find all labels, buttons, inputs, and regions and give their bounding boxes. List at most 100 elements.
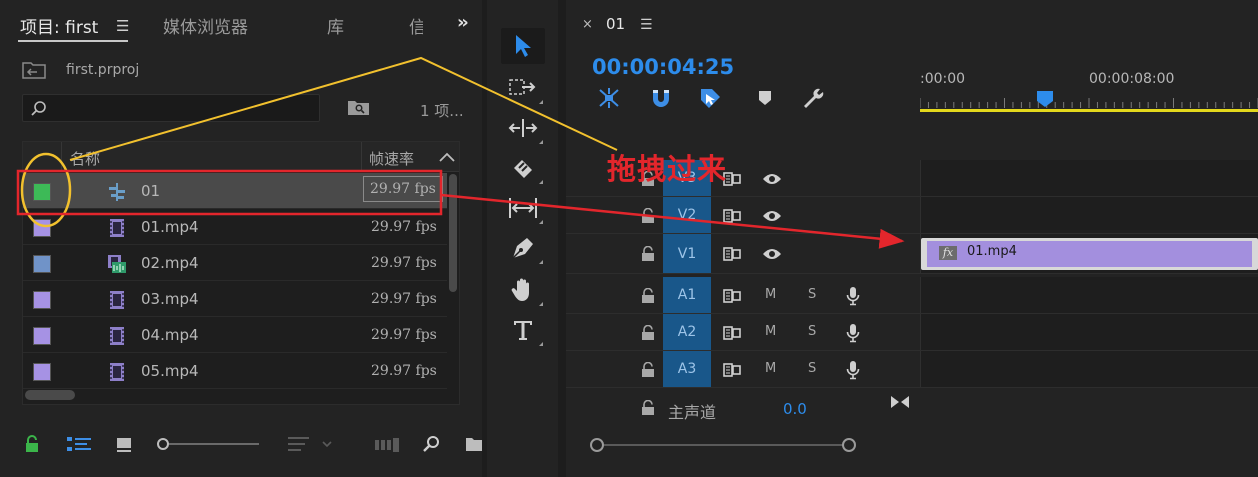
track-target-v1[interactable]: V1 (663, 234, 711, 273)
solo-button[interactable]: S (808, 287, 816, 302)
lock-icon[interactable] (641, 287, 655, 304)
list-item[interactable]: 04.mp4 29.97 fps (23, 317, 447, 353)
playhead-timecode[interactable]: 00:00:04:25 (592, 55, 734, 79)
ripple-edit-tool[interactable] (501, 110, 545, 146)
column-separator[interactable] (361, 142, 362, 172)
list-item[interactable]: 05.mp4 29.97 fps (23, 353, 447, 389)
scrollbar-handle-right[interactable] (842, 438, 856, 452)
search-input[interactable] (22, 94, 320, 122)
track-content[interactable] (920, 197, 1258, 233)
type-tool[interactable] (501, 312, 545, 348)
column-separator[interactable] (61, 142, 62, 172)
track-target-v2[interactable]: V2 (663, 197, 711, 233)
sort-icons-icon[interactable] (287, 435, 335, 453)
lock-icon[interactable] (641, 400, 655, 416)
track-header: A2 M S (566, 314, 920, 350)
column-header-name[interactable]: 名称 (70, 148, 100, 169)
track-target-a1[interactable]: A1 (663, 277, 711, 313)
wrench-icon[interactable] (800, 86, 826, 110)
nest-toggle-icon[interactable] (596, 86, 622, 110)
sync-lock-icon[interactable] (723, 325, 741, 340)
list-item[interactable]: 01 29.97 fps (23, 173, 447, 209)
master-volume-value[interactable]: 0.0 (783, 400, 807, 418)
lock-icon[interactable] (641, 361, 655, 378)
eye-icon[interactable] (762, 209, 782, 223)
list-item[interactable]: 02.mp4 29.97 fps (23, 245, 447, 281)
timeline-zoom-scrollbar[interactable] (590, 438, 856, 452)
lock-icon[interactable] (641, 207, 655, 224)
eye-icon[interactable] (762, 247, 782, 261)
selection-tool[interactable] (501, 28, 545, 64)
tab-library[interactable]: 库 (327, 13, 344, 38)
label-color-swatch[interactable] (33, 255, 51, 273)
zoom-slider[interactable] (155, 437, 260, 451)
sync-lock-icon[interactable] (723, 208, 741, 223)
track-select-tool[interactable] (501, 70, 545, 106)
label-color-swatch[interactable] (33, 327, 51, 345)
lock-icon[interactable] (24, 435, 40, 453)
tab-info[interactable]: 信息 (409, 13, 423, 38)
list-view-icon[interactable] (66, 435, 92, 453)
fx-badge[interactable]: fx (939, 246, 957, 260)
scrollbar-handle-left[interactable] (590, 438, 604, 452)
sequence-tab[interactable]: 01 (606, 15, 625, 33)
sync-lock-icon[interactable] (723, 362, 741, 377)
snap-icon[interactable] (648, 86, 674, 110)
hand-tool[interactable] (501, 272, 545, 308)
icon-view-icon[interactable] (115, 435, 133, 453)
label-color-swatch[interactable] (33, 183, 51, 201)
razor-tool[interactable] (501, 150, 545, 186)
track-content[interactable] (920, 277, 1258, 313)
eye-icon[interactable] (762, 172, 782, 186)
label-color-swatch[interactable] (33, 291, 51, 309)
slip-tool[interactable] (501, 190, 545, 226)
lock-icon[interactable] (641, 246, 655, 262)
panel-menu-icon[interactable]: ☰ (640, 17, 653, 33)
playhead-handle[interactable] (1036, 90, 1054, 108)
microphone-icon[interactable] (846, 323, 860, 343)
tab-media-browser[interactable]: 媒体浏览器 (163, 13, 248, 38)
microphone-icon[interactable] (846, 360, 860, 380)
selection-arrow-icon (516, 35, 531, 57)
timeline-clip[interactable]: fx 01.mp4 (921, 238, 1258, 270)
chevron-up-icon[interactable] (439, 152, 455, 162)
mute-button[interactable]: M (765, 324, 776, 339)
microphone-icon[interactable] (846, 286, 860, 306)
ripple-edit-icon (508, 119, 538, 137)
find-icon[interactable] (423, 435, 441, 453)
solo-button[interactable]: S (808, 361, 816, 376)
tab-project[interactable]: 项目: first (20, 13, 98, 38)
add-marker-icon[interactable] (752, 86, 778, 110)
mute-button[interactable]: M (765, 361, 776, 376)
pen-tool[interactable] (501, 230, 545, 266)
video-clip-icon (110, 363, 124, 381)
work-area-bar[interactable] (920, 109, 1258, 112)
track-target-a2[interactable]: A2 (663, 314, 711, 350)
close-icon[interactable]: × (582, 17, 593, 32)
label-color-swatch[interactable] (33, 363, 51, 381)
mute-button[interactable]: M (765, 287, 776, 302)
new-search-bin-icon[interactable] (347, 97, 371, 117)
automate-to-sequence-icon[interactable] (374, 435, 400, 453)
horizontal-scrollbar[interactable] (25, 390, 75, 400)
list-item[interactable]: 03.mp4 29.97 fps (23, 281, 447, 317)
sync-lock-icon[interactable] (723, 288, 741, 303)
slip-icon (509, 198, 537, 218)
track-content[interactable] (920, 160, 1258, 196)
new-bin-icon[interactable] (465, 435, 482, 453)
panel-menu-icon[interactable]: ☰ (116, 17, 129, 35)
track-target-a3[interactable]: A3 (663, 351, 711, 387)
linked-selection-icon[interactable] (698, 86, 724, 110)
solo-button[interactable]: S (808, 324, 816, 339)
column-header-fps[interactable]: 帧速率 (369, 148, 414, 169)
sync-lock-icon[interactable] (723, 247, 741, 261)
label-color-swatch[interactable] (33, 219, 51, 237)
track-content[interactable] (920, 351, 1258, 387)
track-content[interactable] (920, 314, 1258, 350)
vertical-scrollbar[interactable] (449, 174, 457, 292)
list-item[interactable]: 01.mp4 29.97 fps (23, 209, 447, 245)
panel-overflow-icon[interactable]: ›› (457, 12, 469, 33)
lock-icon[interactable] (641, 324, 655, 341)
go-to-end-icon[interactable] (890, 395, 910, 409)
time-ruler[interactable]: :00:00 00:00:08:00 (920, 66, 1258, 114)
